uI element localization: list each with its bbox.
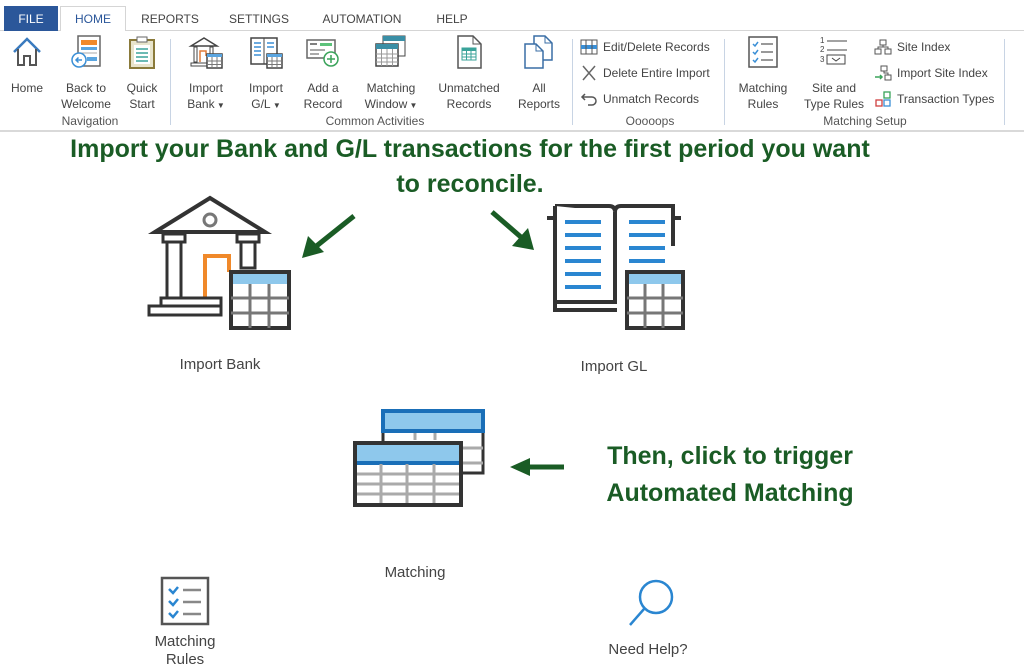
home-icon <box>13 37 41 66</box>
site-index-button[interactable]: Site Index <box>874 37 950 57</box>
import-hierarchy-icon <box>875 65 892 81</box>
add-record-icon <box>306 39 339 67</box>
group-common-activities-label: Common Activities <box>325 114 425 128</box>
edit-delete-records-button[interactable]: Edit/Delete Records <box>580 37 710 57</box>
clipboard-icon <box>129 36 155 69</box>
hierarchy-icon <box>874 39 892 55</box>
matching-large-icon <box>353 409 485 507</box>
checklist-large-icon <box>160 576 210 626</box>
tab-file[interactable]: FILE <box>4 6 58 31</box>
import-site-index-label: Import Site Index <box>897 66 988 80</box>
tab-help[interactable]: HELP <box>428 6 476 31</box>
grid-icon <box>580 39 598 55</box>
import-gl-tile[interactable]: Import GL <box>534 200 694 375</box>
delete-entire-import-button[interactable]: Delete Entire Import <box>580 63 710 83</box>
home-button[interactable]: Home <box>4 34 50 96</box>
checklist-icon <box>748 36 778 68</box>
group-separator <box>572 39 573 125</box>
matching-tile-label: Matching <box>384 564 446 581</box>
import-gl-label: Import G/L ▼ <box>248 81 283 111</box>
svg-text:1: 1 <box>820 36 825 45</box>
search-icon <box>629 579 674 626</box>
tab-home[interactable]: HOME <box>60 6 126 32</box>
tab-reports[interactable]: REPORTS <box>134 6 206 31</box>
svg-text:3: 3 <box>820 55 825 64</box>
svg-text:2: 2 <box>820 45 825 54</box>
matching-rules-ribbon-label: Matching Rules <box>738 81 788 111</box>
tab-settings[interactable]: SETTINGS <box>222 6 296 31</box>
site-index-label: Site Index <box>897 40 951 54</box>
matching-window-icon <box>375 35 406 67</box>
delete-entire-import-label: Delete Entire Import <box>603 66 710 80</box>
site-type-rules-label: Site and Type Rules <box>803 81 865 111</box>
transaction-types-button[interactable]: Transaction Types <box>874 89 994 109</box>
reports-icon <box>524 35 553 69</box>
import-gl-tile-label: Import GL <box>580 358 648 375</box>
matching-rules-tile-label: Matching Rules <box>154 633 216 668</box>
arrow-to-gl-icon <box>490 210 534 250</box>
bank-icon <box>188 37 223 69</box>
group-navigation-label: Navigation <box>61 114 119 128</box>
matching-rules-ribbon-button[interactable]: Matching Rules <box>732 34 794 112</box>
unmatch-records-button[interactable]: Unmatch Records <box>580 89 699 109</box>
import-bank-tile[interactable]: Import Bank <box>140 192 300 373</box>
site-type-rules-button[interactable]: 123 Site and Type Rules <box>800 34 868 112</box>
add-record-label: Add a Record <box>303 81 343 111</box>
back-to-welcome-button[interactable]: Back to Welcome <box>56 34 116 112</box>
matching-window-button[interactable]: Matching Window ▼ <box>356 34 426 114</box>
ribbon: Home Back to Welcome Quick Start Navigat… <box>0 31 1024 132</box>
import-bank-label: Import Bank ▼ <box>187 81 225 111</box>
tab-automation[interactable]: AUTOMATION <box>312 6 412 31</box>
ledger-icon <box>250 37 283 69</box>
unmatched-records-label: Unmatched Records <box>438 81 500 111</box>
matching-rules-tile[interactable]: Matching Rules <box>140 576 230 669</box>
group-separator <box>170 39 171 125</box>
import-bank-tile-label: Import Bank <box>179 356 261 373</box>
import-gl-button[interactable]: Import G/L ▼ <box>240 34 292 114</box>
arrow-to-bank-icon <box>302 214 356 258</box>
all-reports-label: All Reports <box>517 81 561 111</box>
edit-delete-records-label: Edit/Delete Records <box>603 40 710 54</box>
add-record-button[interactable]: Add a Record <box>298 34 348 112</box>
quick-start-button[interactable]: Quick Start <box>120 34 164 112</box>
group-matching-setup-label: Matching Setup <box>823 114 907 128</box>
numbered-list-icon: 123 <box>820 36 847 65</box>
undo-icon <box>580 93 597 106</box>
back-icon <box>71 35 101 68</box>
unmatch-records-label: Unmatch Records <box>603 92 700 106</box>
group-ooooops-label: Ooooops <box>625 114 675 128</box>
group-separator <box>1004 39 1005 125</box>
need-help-tile[interactable]: Need Help? <box>598 575 698 658</box>
arrow-to-matching-icon <box>510 458 564 476</box>
ribbon-tab-strip: FILE HOME REPORTS SETTINGS AUTOMATION HE… <box>0 0 1024 32</box>
need-help-label: Need Help? <box>608 641 688 658</box>
matching-window-label: Matching Window ▼ <box>364 81 418 111</box>
unmatched-records-button[interactable]: Unmatched Records <box>432 34 506 112</box>
close-icon <box>582 65 596 81</box>
all-reports-button[interactable]: All Reports <box>514 34 564 112</box>
home-label: Home <box>10 81 43 95</box>
back-to-welcome-label: Back to Welcome <box>61 81 111 111</box>
bank-large-icon <box>147 195 291 330</box>
transaction-types-label: Transaction Types <box>897 92 995 106</box>
import-site-index-button[interactable]: Import Site Index <box>874 63 988 83</box>
group-separator <box>724 39 725 125</box>
types-icon <box>875 91 891 107</box>
matching-tile[interactable]: Matching <box>340 408 490 581</box>
quick-start-label: Quick Start <box>126 81 158 111</box>
ledger-large-icon <box>547 204 685 330</box>
import-bank-button[interactable]: Import Bank ▼ <box>180 34 232 114</box>
unmatched-icon <box>457 35 482 69</box>
automated-matching-instruction-text: Then, click to trigger Automated Matchin… <box>606 442 854 507</box>
